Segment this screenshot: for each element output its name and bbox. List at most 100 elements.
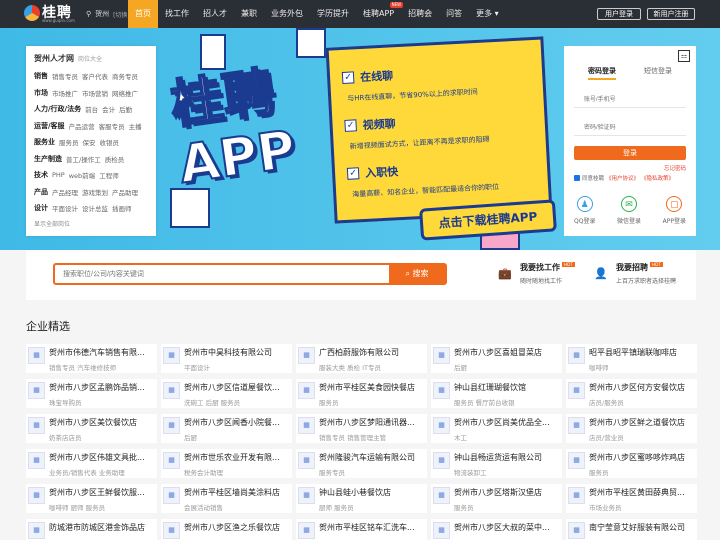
nav-home[interactable]: 首页 — [128, 0, 158, 28]
register-button[interactable]: 新用户注册 — [647, 8, 695, 20]
nav-find-job[interactable]: 找工作 — [158, 0, 196, 28]
company-card[interactable]: ▦ 钟山县红珊瑚餐饮馆 服务员 餐厅前台收银 — [431, 379, 562, 408]
privacy-policy-link[interactable]: 《隐私政策》 — [641, 174, 674, 182]
nav-outsourcing[interactable]: 业务外包 — [264, 0, 310, 28]
company-name[interactable]: 贺州市伟德汽车销售有限... — [49, 347, 157, 358]
company-card[interactable]: ▦ 贺州市八步区尚美优品全... 木工 — [431, 414, 562, 443]
company-card[interactable]: ▦ 贺州市八步区大叔的菜中... — [431, 519, 562, 540]
company-card[interactable]: ▦ 南宁莹意艾好服装有限公司 — [566, 519, 697, 540]
company-card[interactable]: ▦ 贺州市八步区孟鹏饰品销... 珠宝导购员 — [26, 379, 157, 408]
company-name[interactable]: 钟山县蛙小巷餐饮店 — [319, 487, 427, 498]
quick-recruit[interactable]: 👤 我要招聘 HOT 上百万求职者选择桂聘 — [594, 262, 676, 285]
company-name[interactable]: 贺州市八步区塔斯汉堡店 — [454, 487, 562, 498]
forgot-password-link[interactable]: 忘记密码 — [574, 164, 686, 172]
category-main[interactable]: 产品 — [34, 187, 48, 197]
category-link[interactable]: 客户代表 — [82, 71, 108, 81]
company-name[interactable]: 贺州市八步区大叔的菜中... — [454, 522, 562, 533]
category-link[interactable]: 市场推广 — [52, 88, 78, 98]
category-link[interactable]: 会计 — [102, 104, 115, 114]
nav-more[interactable]: 更多 ▾ — [469, 0, 506, 28]
company-card[interactable]: ▦ 贺州市平桂区铭车汇洗车... — [296, 519, 427, 540]
company-name[interactable]: 贺州市八步区蜜哆哆炸鸡店 — [589, 452, 697, 463]
qr-code-icon[interactable]: ⚏ — [678, 50, 690, 62]
company-card[interactable]: ▦ 贺州市平桂区黄田薛典贸... 市场业务员 — [566, 484, 697, 513]
nav-education[interactable]: 学历提升 — [310, 0, 356, 28]
company-card[interactable]: ▦ 贺州市八步区信道屋餐饮... 洗碗工 后厨 服务员 — [161, 379, 292, 408]
company-card[interactable]: ▦ 贺州市八步区塔斯汉堡店 服务员 — [431, 484, 562, 513]
category-link[interactable]: 产品经理 — [52, 187, 78, 197]
company-name[interactable]: 贺州市八步区闻香小院餐... — [184, 417, 292, 428]
quick-find-job[interactable]: 💼 我要找工作 HOT 随时随地找工作 — [498, 262, 575, 285]
category-link[interactable]: 工程师 — [99, 170, 119, 180]
company-card[interactable]: ▦ 钟山县蛙小巷餐饮店 厨师 服务员 — [296, 484, 427, 513]
category-link[interactable]: 市场营销 — [82, 88, 108, 98]
company-card[interactable]: ▦ 防城港市防城区港金饰品店 — [26, 519, 157, 540]
company-card[interactable]: ▦ 昭平县昭平镇瑞联咖啡店 咖啡师 — [566, 344, 697, 373]
nav-parttime[interactable]: 兼职 — [234, 0, 264, 28]
category-link[interactable]: 服务员 — [59, 137, 79, 147]
company-name[interactable]: 贺州市八步区美饮餐饮店 — [49, 417, 157, 428]
category-main[interactable]: 服务业 — [34, 137, 55, 147]
category-link[interactable]: 前台 — [85, 104, 98, 114]
company-name[interactable]: 贺州市八步区孟鹏饰品销... — [49, 382, 157, 393]
company-card[interactable]: ▦ 广西柏蔚服饰有限公司 服装大类 质检 IT专员 — [296, 344, 427, 373]
company-card[interactable]: ▦ 钟山县畅运货运有限公司 物流装卸工 — [431, 449, 562, 478]
company-name[interactable]: 钟山县红珊瑚餐饮馆 — [454, 382, 562, 393]
category-link[interactable]: 网络推广 — [112, 88, 138, 98]
company-card[interactable]: ▦ 贺州市中昊科技有限公司 平面设计 — [161, 344, 292, 373]
company-name[interactable]: 贺州市八步区梦阳通讯器... — [319, 417, 427, 428]
city-selector[interactable]: ⚲ 贺州 [切换] — [86, 9, 130, 19]
company-card[interactable]: ▦ 贺州市平桂区墙尚美涂料店 会展活动销售 — [161, 484, 292, 513]
search-button[interactable]: ⌕ 搜索 — [389, 265, 445, 283]
category-main[interactable]: 运营/客服 — [34, 121, 65, 131]
company-card[interactable]: ▦ 贺州市八步区喜姐冒菜店 后厨 — [431, 344, 562, 373]
category-link[interactable]: 产品助理 — [112, 187, 138, 197]
category-link[interactable]: 保安 — [83, 137, 96, 147]
nav-qa[interactable]: 问答 — [439, 0, 469, 28]
company-card[interactable]: ▦ 贺州市平桂区美食园快餐店 服务员 — [296, 379, 427, 408]
category-link[interactable]: 销售专员 — [52, 71, 78, 81]
company-name[interactable]: 贺州市平桂区美食园快餐店 — [319, 382, 427, 393]
category-main[interactable]: 生产制造 — [34, 154, 62, 164]
company-card[interactable]: ▦ 贺州市世乐农业开发有限... 税务会计助理 — [161, 449, 292, 478]
category-link[interactable]: 平面设计 — [52, 203, 78, 213]
tab-password-login[interactable]: 密码登录 — [588, 66, 616, 80]
tab-sms-login[interactable]: 短信登录 — [644, 66, 672, 80]
category-link[interactable]: 商务专员 — [112, 71, 138, 81]
login-submit-button[interactable]: 登录 — [574, 146, 686, 160]
category-link[interactable]: PHP — [52, 171, 65, 179]
company-name[interactable]: 贺州市八步区鲜之道餐饮店 — [589, 417, 697, 428]
company-card[interactable]: ▦ 贺州市伟德汽车销售有限... 销售专员 汽车维修技师 — [26, 344, 157, 373]
category-link[interactable]: 主播 — [129, 121, 142, 131]
category-main[interactable]: 人力/行政/法务 — [34, 104, 81, 114]
category-link[interactable]: 插画师 — [112, 203, 132, 213]
category-link[interactable]: 游戏策划 — [82, 187, 108, 197]
category-link[interactable]: 普工/操作工 — [66, 154, 101, 164]
company-card[interactable]: ▦ 贺州市八步区伟雄文具批... 业务员/销售代表 业务助理 — [26, 449, 157, 478]
company-name[interactable]: 贺州市世乐农业开发有限... — [184, 452, 292, 463]
username-input[interactable] — [574, 92, 686, 108]
company-name[interactable]: 贺州市八步区伟雄文具批... — [49, 452, 157, 463]
company-name[interactable]: 贺州市中昊科技有限公司 — [184, 347, 292, 358]
company-name[interactable]: 钟山县畅运货运有限公司 — [454, 452, 562, 463]
company-name[interactable]: 贺州市平桂区黄田薛典贸... — [589, 487, 697, 498]
company-name[interactable]: 广西柏蔚服饰有限公司 — [319, 347, 427, 358]
oauth-wechat-button[interactable]: ✉ 微信登录 — [617, 196, 641, 225]
category-link[interactable]: 产品运营 — [69, 121, 95, 131]
category-link[interactable]: web前端 — [69, 170, 95, 180]
site-logo[interactable]: 桂聘 www.guipin.com — [24, 5, 75, 23]
oauth-qq-button[interactable]: ♟ QQ登录 — [574, 196, 595, 225]
company-name[interactable]: 贺州隆骏汽车运输有限公司 — [319, 452, 427, 463]
company-card[interactable]: ▦ 贺州隆骏汽车运输有限公司 服务专员 — [296, 449, 427, 478]
show-all-categories-link[interactable]: 显示全部岗位 — [34, 219, 148, 228]
category-link[interactable]: 设计总监 — [82, 203, 108, 213]
company-name[interactable]: 贺州市平桂区墙尚美涂料店 — [184, 487, 292, 498]
category-panel-subtitle[interactable]: 岗位大全 — [78, 54, 102, 63]
company-name[interactable]: 贺州市平桂区铭车汇洗车... — [319, 522, 427, 533]
company-card[interactable]: ▦ 贺州市八步区鲜之道餐饮店 店员/营业员 — [566, 414, 697, 443]
company-name[interactable]: 南宁莹意艾好服装有限公司 — [589, 522, 697, 533]
company-card[interactable]: ▦ 贺州市八步区闻香小院餐... 后厨 — [161, 414, 292, 443]
company-name[interactable]: 贺州市八步区何方安餐饮店 — [589, 382, 697, 393]
company-name[interactable]: 贺州市八步区信道屋餐饮... — [184, 382, 292, 393]
search-input[interactable] — [55, 265, 375, 283]
